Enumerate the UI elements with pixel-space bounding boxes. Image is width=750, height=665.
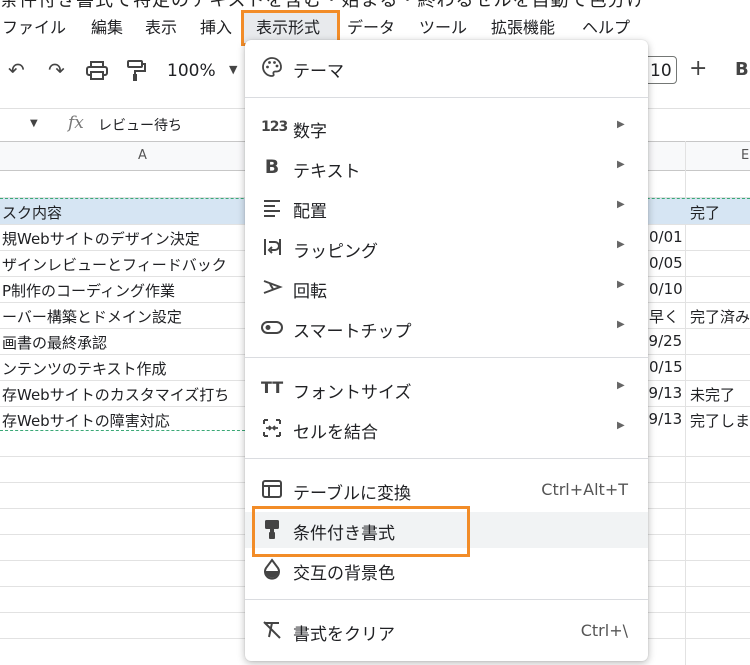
menu-label: スマートチップ — [293, 322, 412, 342]
menu-data[interactable]: データ — [347, 14, 395, 38]
menu-item-font-size[interactable]: TT フォントサイズ ▶ — [245, 371, 648, 407]
submenu-arrow-icon: ▶ — [617, 420, 625, 431]
submenu-arrow-icon: ▶ — [617, 239, 625, 250]
menu-label: フォントサイズ — [293, 383, 412, 403]
menu-item-alignment[interactable]: 配置 ▶ — [245, 190, 648, 226]
menu-label: 書式をクリア — [293, 625, 395, 645]
menu-label: 交互の背景色 — [293, 564, 395, 584]
cell-d[interactable]: 0/10 — [649, 280, 683, 298]
header-cell-task[interactable]: スク内容 — [2, 202, 62, 223]
cell-a[interactable]: ーバー構築とドメイン設定 — [2, 306, 182, 327]
menu-separator — [245, 97, 648, 98]
number-icon: 123 — [261, 119, 288, 135]
cell-a[interactable]: 存Webサイトの障害対応 — [2, 410, 170, 431]
submenu-arrow-icon: ▶ — [617, 279, 625, 290]
font-size-increase-icon[interactable]: + — [689, 56, 707, 81]
menu-label: 数字 — [293, 122, 327, 142]
palette-icon — [262, 57, 282, 77]
drop-icon — [264, 558, 280, 580]
menu-shortcut: Ctrl+Alt+T — [541, 480, 628, 499]
cell-d[interactable]: 0/15 — [649, 358, 683, 376]
menu-insert[interactable]: 挿入 — [200, 14, 232, 38]
submenu-arrow-icon: ▶ — [617, 319, 625, 330]
submenu-arrow-icon: ▶ — [617, 380, 625, 391]
zoom-select[interactable]: 100% — [167, 61, 216, 81]
wrap-icon — [264, 239, 281, 255]
menu-label: テーマ — [293, 62, 344, 82]
cell-a[interactable]: 画書の最終承認 — [2, 332, 107, 353]
header-cell-status[interactable]: 完了 — [690, 202, 720, 223]
font-size-value: 10 — [650, 61, 672, 81]
zoom-dropdown-icon[interactable]: ▼ — [229, 63, 237, 76]
cell-a[interactable]: ザインレビューとフィードバック — [2, 254, 227, 275]
menu-label: テキスト — [293, 162, 361, 182]
title-strip: 条件付き書式で特定のテキストを含む・始まる・終わるセルを自動で色分け — [0, 0, 750, 8]
undo-icon[interactable]: ↶ — [8, 58, 25, 82]
menu-item-smart-chips[interactable]: スマートチップ ▶ — [245, 310, 648, 346]
format-menu: テーマ 123 数字 ▶ B テキスト ▶ 配置 ▶ ラッピング ▶ 回転 ▶ … — [245, 40, 648, 661]
bold-button[interactable]: B — [735, 59, 749, 80]
cell-a[interactable]: 規Webサイトのデザイン決定 — [2, 228, 200, 249]
submenu-arrow-icon: ▶ — [617, 119, 625, 130]
menu-item-number[interactable]: 123 数字 ▶ — [245, 110, 648, 146]
table-icon — [262, 480, 282, 498]
menu-separator — [245, 357, 648, 358]
cell-d[interactable]: 早く — [649, 306, 679, 327]
smart-chip-icon — [261, 321, 283, 334]
cell-d[interactable]: 0/01 — [649, 228, 683, 246]
menu-extensions[interactable]: 拡張機能 — [491, 14, 555, 38]
redo-icon[interactable]: ↷ — [48, 58, 65, 82]
cell-e[interactable]: 未完了 — [690, 384, 735, 405]
menu-item-merge-cells[interactable]: セルを結合 ▶ — [245, 411, 648, 447]
menu-edit[interactable]: 編集 — [91, 14, 123, 38]
align-icon — [264, 200, 280, 217]
menu-item-clear-formatting[interactable]: 書式をクリア Ctrl+\ — [245, 613, 648, 649]
column-a-header[interactable]: A — [138, 148, 147, 163]
menu-bar: ファイル 編集 表示 挿入 表示形式 データ ツール 拡張機能 ヘルプ — [0, 8, 750, 46]
cell-a[interactable]: P制作のコーディング作業 — [2, 280, 175, 301]
cell-a[interactable]: ンテンツのテキスト作成 — [2, 358, 167, 379]
menu-label: ラッピング — [293, 242, 378, 262]
menu-help[interactable]: ヘルプ — [582, 14, 630, 38]
name-box-dropdown-icon[interactable]: ▼ — [30, 118, 38, 129]
cell-e-wrap: 未完了 — [686, 380, 750, 406]
cell-e-wrap: 完了済み — [686, 302, 750, 328]
merge-cells-icon — [263, 419, 281, 437]
menu-separator — [245, 599, 648, 600]
submenu-arrow-icon: ▶ — [617, 199, 625, 210]
font-size-icon: TT — [261, 378, 284, 397]
menu-shortcut: Ctrl+\ — [580, 621, 628, 640]
submenu-arrow-icon: ▶ — [617, 159, 625, 170]
cell-e-wrap: 完了しま — [686, 406, 750, 432]
menu-item-convert-to-table[interactable]: テーブルに変換 Ctrl+Alt+T — [245, 472, 648, 508]
column-e-header[interactable]: E — [741, 148, 749, 163]
formula-input[interactable]: レビュー待ち — [98, 115, 182, 135]
bold-text-icon: B — [264, 156, 280, 178]
clear-format-icon — [263, 621, 281, 639]
menu-tools[interactable]: ツール — [419, 14, 467, 38]
document-title: 条件付き書式で特定のテキストを含む・始まる・終わるセルを自動で色分け — [0, 0, 645, 8]
print-icon[interactable] — [86, 61, 108, 81]
menu-label: セルを結合 — [293, 423, 378, 443]
menu-item-alternating-colors[interactable]: 交互の背景色 — [245, 552, 648, 588]
menu-separator — [245, 458, 648, 459]
cell-e[interactable]: 完了しま — [690, 410, 750, 431]
paint-format-icon[interactable] — [126, 60, 146, 82]
menu-label: 配置 — [293, 202, 327, 222]
menu-item-rotation[interactable]: 回転 ▶ — [245, 270, 648, 306]
cell-d[interactable]: 0/05 — [649, 254, 683, 272]
menu-label: テーブルに変換 — [293, 484, 411, 504]
menu-item-wrapping[interactable]: ラッピング ▶ — [245, 230, 648, 266]
menu-format[interactable]: 表示形式 — [256, 14, 320, 38]
fx-icon: fx — [68, 113, 84, 133]
menu-item-theme[interactable]: テーマ — [245, 50, 648, 86]
conditional-format-highlight-box — [252, 506, 470, 557]
menu-file[interactable]: ファイル — [2, 14, 66, 38]
cell-a[interactable]: 存Webサイトのカスタマイズ打ち — [2, 384, 229, 405]
cell-e[interactable]: 完了済み — [690, 306, 750, 327]
rotate-icon — [263, 280, 283, 294]
menu-label: 回転 — [293, 282, 327, 302]
menu-item-text[interactable]: B テキスト ▶ — [245, 150, 648, 186]
menu-view[interactable]: 表示 — [145, 14, 177, 38]
